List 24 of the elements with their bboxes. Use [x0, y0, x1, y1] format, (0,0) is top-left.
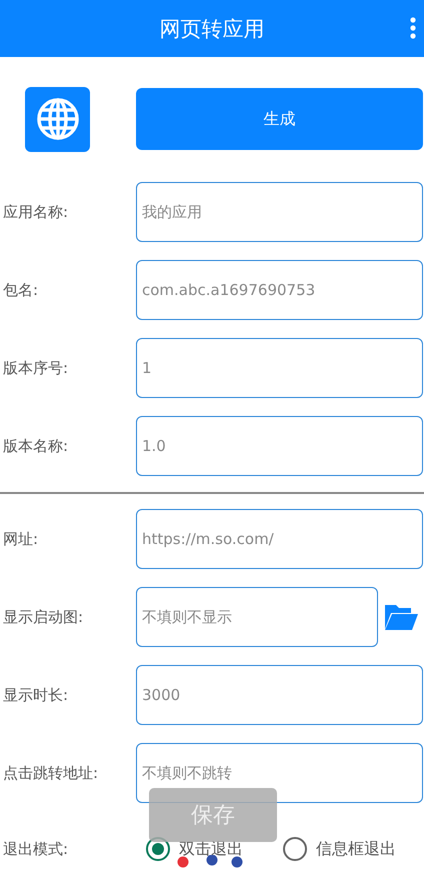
field-label: 显示启动图:: [3, 608, 84, 626]
field-label: 包名:: [3, 280, 40, 300]
input-field[interactable]: 1.0: [136, 416, 423, 476]
field-label: 显示时长:: [3, 686, 70, 704]
generate-button[interactable]: 生成: [136, 88, 423, 150]
window-title: 网页转应用: [160, 16, 264, 42]
field-label: 应用名称:: [3, 202, 70, 222]
input-field[interactable]: 1: [136, 338, 423, 398]
input-field[interactable]: 3000: [136, 665, 423, 725]
field-label: 点击跳转地址:: [3, 764, 100, 782]
globe-icon[interactable]: [25, 86, 90, 152]
input-field[interactable]: com.abc.a1697690753: [136, 260, 423, 320]
input-field[interactable]: https://m.so.com/: [136, 509, 423, 569]
input-field[interactable]: 不填则不显示: [136, 587, 378, 647]
radio-label[interactable]: 信息框退出: [316, 838, 396, 860]
radio-button[interactable]: [283, 837, 307, 861]
folder-icon[interactable]: [384, 603, 418, 631]
more-menu-icon[interactable]: [410, 17, 416, 39]
field-label: 退出模式:: [3, 840, 70, 858]
field-label: 版本名称:: [3, 436, 70, 456]
field-label: 版本序号:: [3, 358, 70, 378]
loading-dots-drawing: [176, 855, 244, 869]
input-field[interactable]: 我的应用: [136, 182, 423, 242]
field-label: 网址:: [3, 530, 40, 548]
